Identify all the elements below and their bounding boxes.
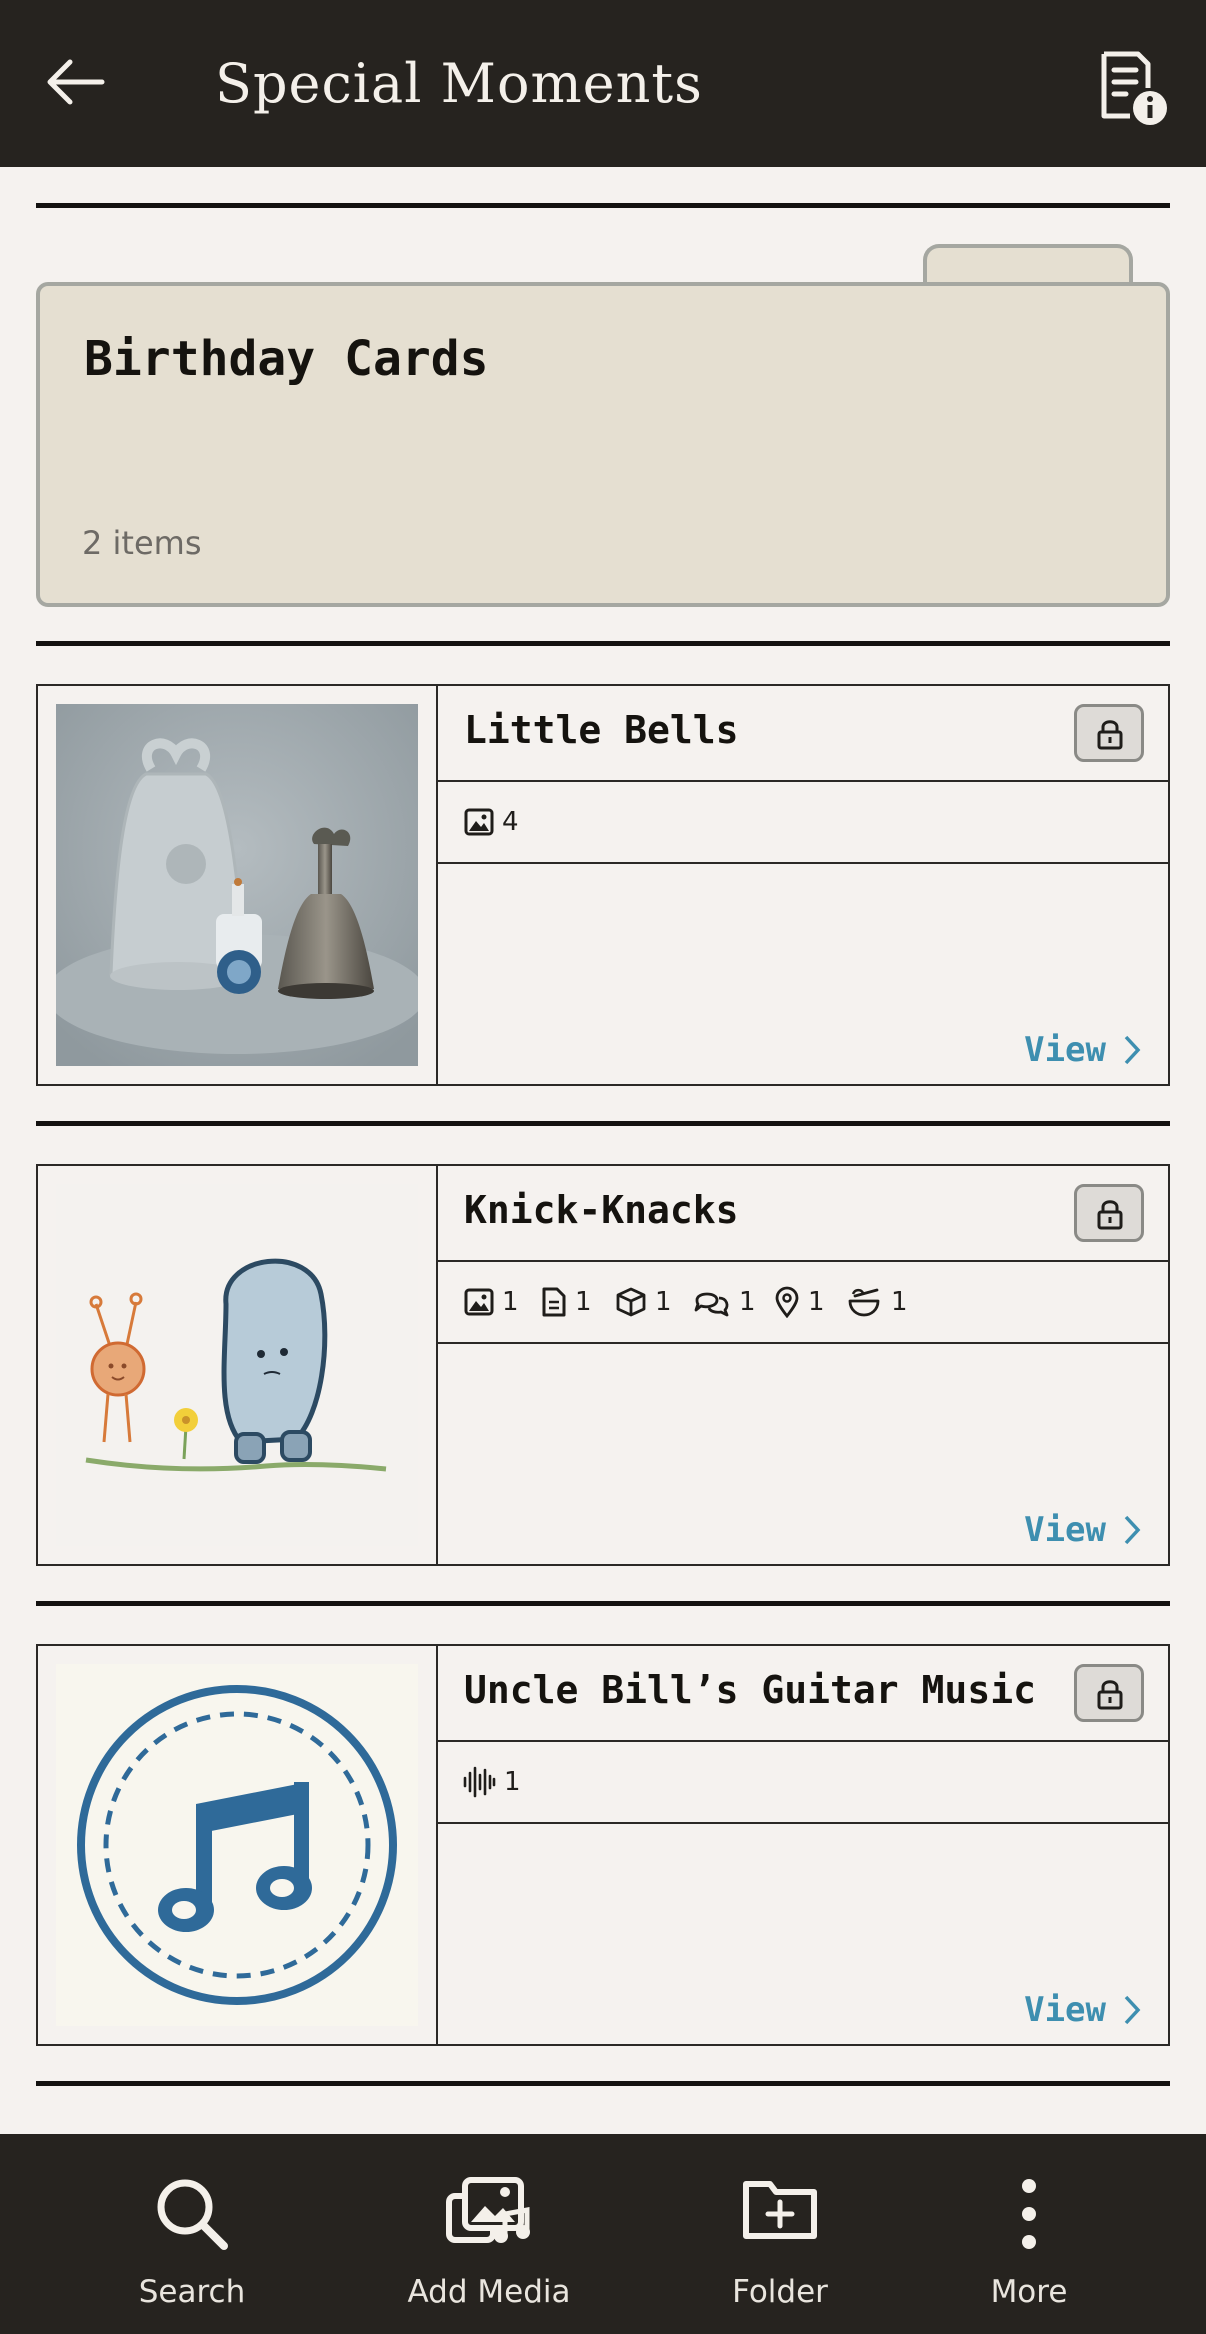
lock-button[interactable] [1074, 1664, 1144, 1722]
card-title: Knick-Knacks [464, 1188, 739, 1232]
folder-add-icon [743, 2181, 817, 2239]
media-count-objects: 1 [615, 1284, 672, 1320]
nav-label: Add Media [407, 2274, 571, 2310]
chevron-right-icon [1124, 1035, 1141, 1065]
more-vertical-icon [1022, 2179, 1036, 2249]
divider [36, 2081, 1170, 2086]
card-title-row: Little Bells [438, 686, 1168, 782]
lock-icon [1097, 720, 1123, 750]
nav-folder[interactable]: Folder [670, 2134, 890, 2334]
folder-title: Birthday Cards [84, 331, 489, 387]
media-count-value: 1 [739, 1287, 756, 1317]
image-icon [464, 1288, 494, 1316]
divider [36, 641, 1170, 646]
chevron-right-icon [1124, 1995, 1141, 2025]
bottom-navigation: Search Add Media Folder More [0, 2134, 1206, 2334]
audio-waveform-icon [463, 1766, 496, 1798]
top-app-bar: Special Moments [0, 0, 1206, 167]
card-title-row: Knick-Knacks [438, 1166, 1168, 1262]
card-title: Uncle Bill’s Guitar Music [464, 1668, 1036, 1712]
card-thumbnail [38, 1166, 438, 1564]
collection-card[interactable]: Little Bells 4 View [36, 684, 1170, 1086]
document-info-icon [1101, 51, 1167, 125]
lock-button[interactable] [1074, 1184, 1144, 1242]
media-count-images: 4 [464, 804, 519, 840]
media-count-value: 1 [502, 1287, 519, 1317]
location-pin-icon [775, 1286, 799, 1318]
divider [36, 1601, 1170, 1606]
folder-item-count: 2 items [82, 524, 202, 562]
chat-icon [694, 1292, 729, 1317]
media-count-value: 1 [504, 1767, 521, 1797]
lock-button[interactable] [1074, 704, 1144, 762]
nav-add-media[interactable]: Add Media [379, 2134, 599, 2334]
card-media-counts: 1 [438, 1742, 1168, 1824]
collection-card[interactable]: Knick-Knacks 1 1 1 1 1 1 View [36, 1164, 1170, 1566]
music-note-illustration [56, 1664, 418, 2026]
card-title: Little Bells [464, 708, 739, 752]
nav-more[interactable]: More [919, 2134, 1139, 2334]
nav-label: Search [138, 2274, 246, 2310]
nav-label: More [990, 2274, 1068, 2310]
media-count-value: 1 [575, 1287, 592, 1317]
media-count-images: 1 [464, 1284, 519, 1320]
nav-search[interactable]: Search [82, 2134, 302, 2334]
folder-card[interactable]: Birthday Cards 2 items [36, 282, 1170, 607]
chevron-right-icon [1124, 1515, 1141, 1545]
info-button[interactable] [1092, 48, 1172, 128]
collection-card[interactable]: Uncle Bill’s Guitar Music 1 View [36, 1644, 1170, 2046]
media-count-value: 4 [502, 807, 519, 837]
card-title-row: Uncle Bill’s Guitar Music [438, 1646, 1168, 1742]
card-thumbnail [38, 1646, 438, 2044]
view-link[interactable]: View [1024, 1510, 1142, 1550]
media-count-value: 1 [655, 1287, 672, 1317]
divider [36, 1121, 1170, 1126]
media-count-comments: 1 [693, 1284, 756, 1320]
media-count-recipes: 1 [847, 1284, 908, 1320]
card-media-counts: 4 [438, 782, 1168, 864]
add-media-icon [446, 2177, 530, 2243]
view-label: View [1024, 1030, 1106, 1070]
nav-label: Folder [732, 2274, 828, 2310]
bells-photo [56, 704, 418, 1066]
card-thumbnail [38, 686, 438, 1084]
lock-icon [1097, 1200, 1123, 1230]
doodle-illustration [56, 1184, 418, 1546]
view-link[interactable]: View [1024, 1030, 1142, 1070]
divider [36, 203, 1170, 208]
search-icon [157, 2179, 228, 2250]
view-link[interactable]: View [1024, 1990, 1142, 2030]
page-title: Special Moments [215, 52, 703, 115]
bowl-icon [848, 1288, 880, 1317]
document-icon [542, 1287, 566, 1317]
media-count-locations: 1 [774, 1284, 825, 1320]
media-count-audio: 1 [462, 1764, 521, 1800]
media-count-value: 1 [891, 1287, 908, 1317]
image-icon [464, 808, 494, 836]
arrow-left-icon [47, 59, 105, 105]
media-count-documents: 1 [541, 1284, 592, 1320]
back-button[interactable] [40, 48, 130, 118]
box-icon [616, 1287, 646, 1317]
view-label: View [1024, 1990, 1106, 2030]
media-count-value: 1 [808, 1287, 825, 1317]
card-media-counts: 1 1 1 1 1 1 [438, 1262, 1168, 1344]
lock-icon [1097, 1680, 1123, 1710]
view-label: View [1024, 1510, 1106, 1550]
